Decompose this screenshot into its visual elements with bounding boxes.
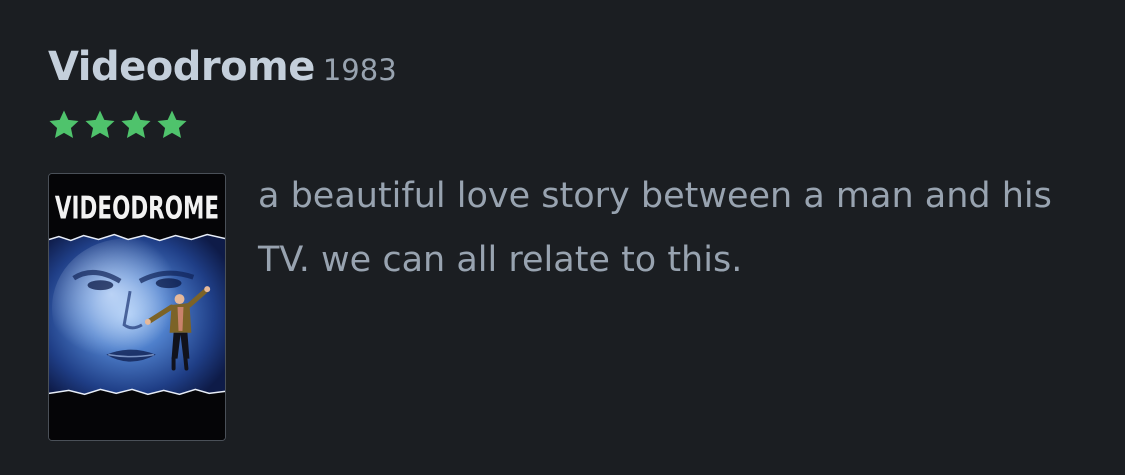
- review-card: Videodrome 1983 VIDEODROME a beautiful l…: [0, 0, 1125, 475]
- star-rating: [47, 108, 189, 142]
- film-poster[interactable]: VIDEODROME: [48, 173, 226, 441]
- poster-logo: VIDEODROME: [55, 191, 219, 227]
- film-title[interactable]: Videodrome: [48, 44, 315, 90]
- star-icon: [121, 110, 151, 139]
- review-text: a beautiful love story between a man and…: [258, 176, 1052, 280]
- poster-artwork: VIDEODROME: [49, 174, 225, 440]
- star-icon: [157, 110, 187, 139]
- star-icon: [85, 110, 115, 139]
- star-icon: [49, 110, 79, 139]
- film-year[interactable]: 1983: [323, 53, 397, 87]
- title-row: Videodrome 1983: [48, 44, 397, 90]
